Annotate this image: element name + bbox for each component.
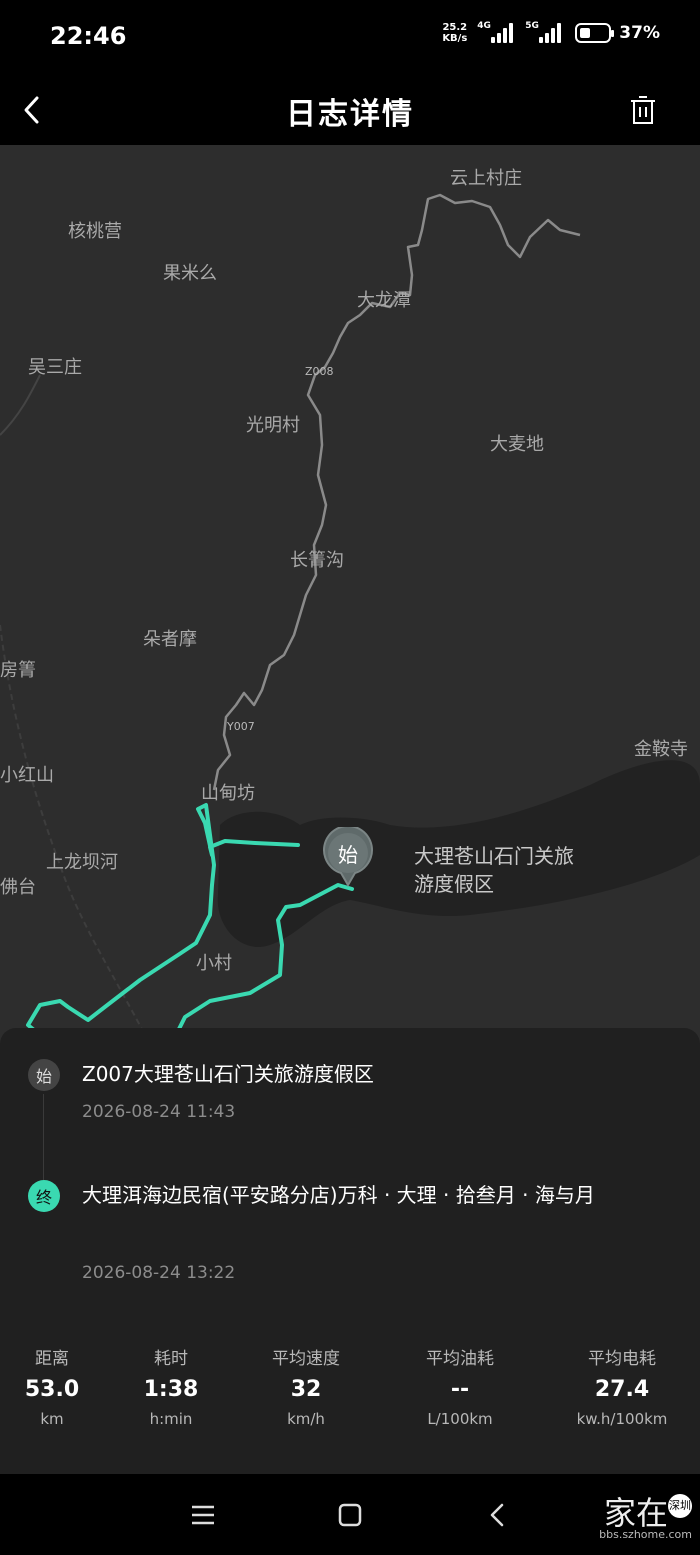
- watermark: 家在深圳 bbs.szhome.com: [599, 1488, 692, 1541]
- map-label-2: 核桃营: [68, 221, 122, 242]
- home-square-icon: [338, 1503, 362, 1527]
- stat-unit: h:min: [149, 1410, 193, 1428]
- signal-5g-icon: 5G: [525, 21, 562, 43]
- start-pin-marker[interactable]: 始: [321, 827, 375, 889]
- road-label-z008: Z008: [305, 365, 334, 378]
- battery-percent: 37%: [619, 23, 660, 43]
- trip-detail-sheet: 始 Z007大理苍山石门关旅游度假区 2026-08-24 11:43 终 大理…: [0, 1028, 700, 1474]
- back-triangle-icon: [490, 1503, 504, 1527]
- status-bar: 22:46 25.2 KB/s 4G 5G 37%: [0, 0, 700, 75]
- map-label-12: 小红山: [0, 765, 54, 786]
- stat-label: 耗时: [154, 1349, 188, 1369]
- road-label-y007: Y007: [227, 720, 255, 733]
- system-back-button[interactable]: [480, 1498, 514, 1532]
- route-map[interactable]: 云上村庄 核桃营 果米么 大龙潭 吴三庄 光明村 大麦地 长箐沟 朵者摩 房箐 …: [0, 145, 700, 1045]
- home-button[interactable]: [333, 1498, 367, 1532]
- system-nav-bar: 家在深圳 bbs.szhome.com: [0, 1474, 700, 1555]
- status-indicators: 25.2 KB/s 4G 5G 37%: [442, 21, 660, 44]
- stat-value: 53.0: [24, 1377, 80, 1402]
- stat-value: --: [450, 1377, 470, 1402]
- stat-label: 平均速度: [272, 1349, 340, 1369]
- end-location-name: 大理洱海边民宿(平安路分店)万科 · 大理 · 拾叁月 · 海与月: [82, 1183, 595, 1207]
- network-speed-value: 25.2: [442, 22, 468, 33]
- network-speed: 25.2 KB/s: [442, 22, 467, 44]
- stat-label: 距离: [35, 1349, 69, 1369]
- map-label-10: 房箐: [0, 660, 36, 681]
- status-time: 22:46: [50, 22, 127, 50]
- stat-unit: km/h: [287, 1410, 325, 1428]
- map-label-5: 吴三庄: [28, 357, 82, 378]
- start-location-name: Z007大理苍山石门关旅游度假区: [82, 1062, 374, 1086]
- map-label-13: 山甸坊: [201, 783, 255, 804]
- map-label-14: 上龙坝河: [46, 852, 118, 873]
- menu-button[interactable]: [186, 1498, 220, 1532]
- map-label-3: 果米么: [163, 263, 217, 284]
- stat-avg-speed: 平均速度 32 km/h: [256, 1344, 356, 1428]
- signal-4g-tag: 4G: [477, 21, 491, 31]
- stat-value: 1:38: [143, 1377, 199, 1402]
- end-time: 2026-08-24 13:22: [82, 1263, 236, 1283]
- map-label-1: 云上村庄: [450, 168, 522, 189]
- delete-button[interactable]: [628, 93, 658, 127]
- battery-icon: [575, 23, 615, 43]
- stat-value: 32: [290, 1377, 322, 1402]
- watermark-url: bbs.szhome.com: [599, 1528, 692, 1541]
- map-label-9: 朵者摩: [143, 629, 197, 650]
- map-label-8: 长箐沟: [290, 550, 344, 571]
- map-label-7: 大麦地: [490, 434, 544, 455]
- stat-unit: kw.h/100km: [576, 1410, 668, 1428]
- map-label-4: 大龙潭: [357, 290, 411, 311]
- stat-distance: 距离 53.0 km: [16, 1344, 88, 1428]
- stat-value: 27.4: [594, 1377, 650, 1402]
- stat-label: 平均油耗: [426, 1349, 494, 1369]
- end-marker-icon: 终: [28, 1180, 60, 1212]
- stat-duration: 耗时 1:38 h:min: [130, 1344, 212, 1428]
- network-speed-unit: KB/s: [442, 33, 468, 44]
- signal-5g-tag: 5G: [525, 21, 539, 31]
- app-header: 日志详情: [0, 75, 700, 145]
- map-graphics: [0, 193, 700, 1045]
- mountain-road: [212, 193, 581, 791]
- stat-unit: km: [40, 1410, 64, 1428]
- watermark-text: 家在: [603, 1494, 668, 1532]
- trash-icon: [631, 96, 655, 124]
- poi-label: 大理苍山石门关旅游度假区: [414, 844, 574, 896]
- start-pin-text: 始: [338, 843, 358, 867]
- map-label-6: 光明村: [246, 415, 300, 436]
- stat-unit: L/100km: [427, 1410, 493, 1428]
- map-label-11: 金鞍寺: [634, 739, 688, 760]
- timeline-connector: [43, 1094, 44, 1180]
- stat-label: 平均电耗: [588, 1349, 656, 1369]
- menu-icon: [192, 1505, 214, 1525]
- page-title: 日志详情: [286, 97, 414, 132]
- start-time: 2026-08-24 11:43: [82, 1102, 236, 1122]
- map-label-16: 小村: [196, 953, 232, 974]
- map-label-15: 佛台: [0, 877, 36, 898]
- start-marker-icon: 始: [28, 1059, 60, 1091]
- stat-avg-energy: 平均电耗 27.4 kw.h/100km: [562, 1344, 682, 1428]
- stat-avg-fuel: 平均油耗 -- L/100km: [410, 1344, 510, 1428]
- watermark-seal: 深圳: [668, 1494, 692, 1518]
- signal-4g-icon: 4G: [477, 21, 514, 43]
